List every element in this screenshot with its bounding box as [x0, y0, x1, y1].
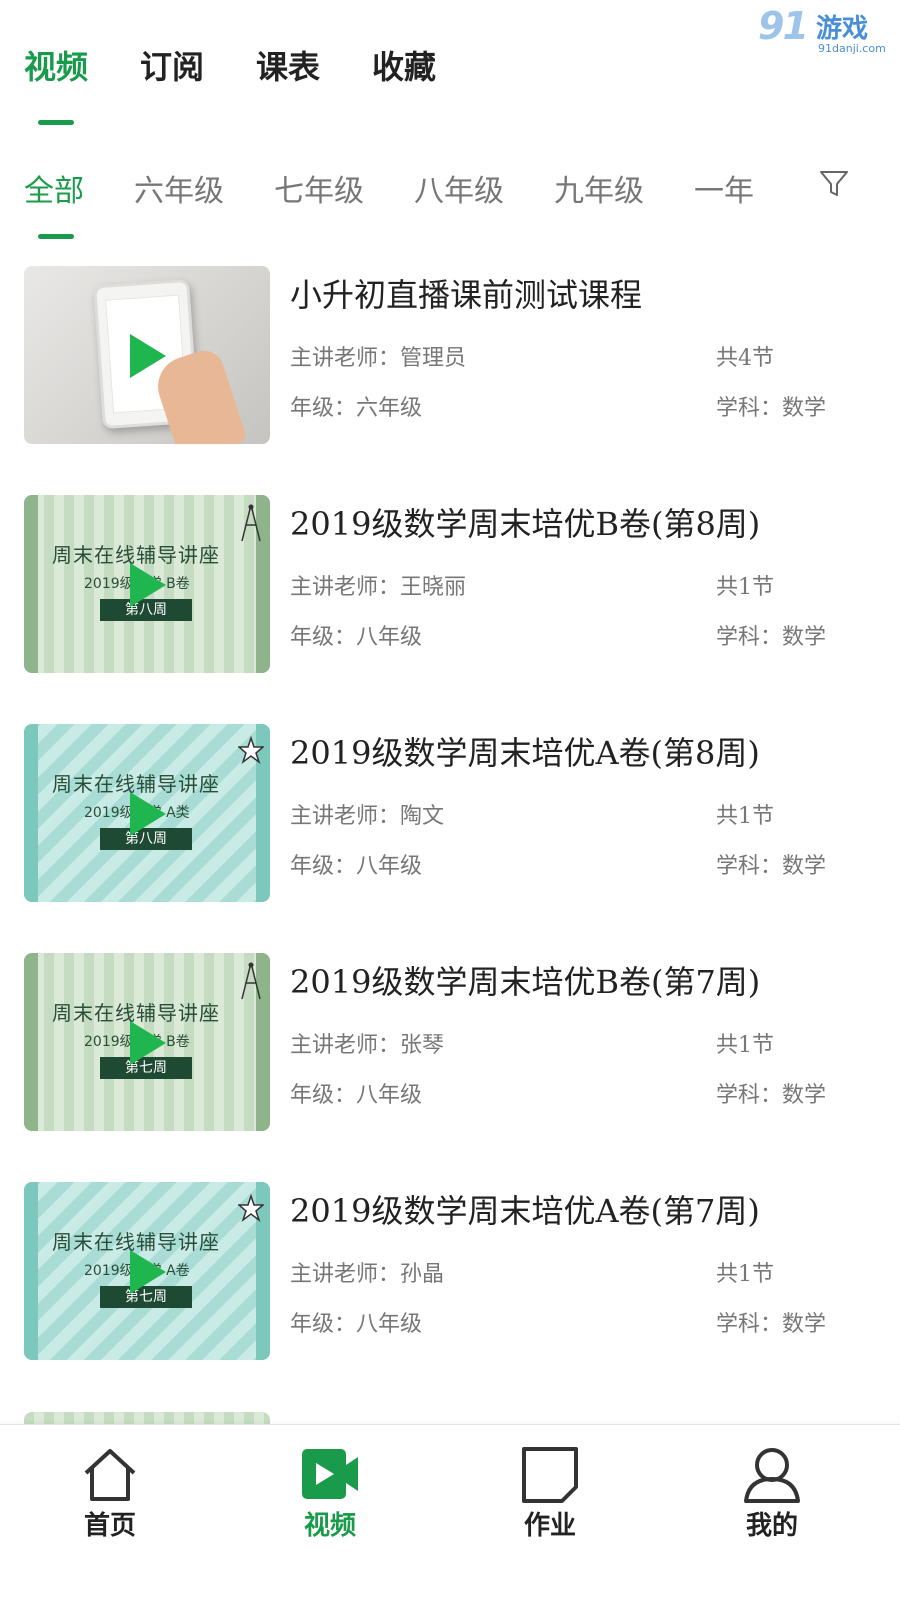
play-icon[interactable]: [130, 1250, 166, 1294]
course-subject: 学科：数学: [716, 396, 827, 421]
grade-tab-9[interactable]: 九年级: [554, 166, 644, 246]
course-item[interactable]: 周末在线辅导讲座 2019级数学 A卷 第七周 2019级数学周末培优A卷(第7…: [24, 1182, 876, 1411]
tab-video[interactable]: 视频: [24, 42, 88, 132]
course-subject: 学科：数学: [716, 1312, 827, 1337]
grade-scroll-fade: [780, 160, 820, 210]
compass-icon: [241, 504, 261, 542]
course-lesson-count: 共1节: [716, 804, 774, 829]
course-lesson-count: 共1节: [716, 1262, 774, 1287]
homework-icon: [522, 1447, 578, 1503]
course-thumbnail[interactable]: [24, 266, 270, 444]
course-title: 2019级数学周末培优B卷(第8周): [290, 505, 761, 543]
course-item[interactable]: 小升初直播课前测试课程 主讲老师：管理员 共4节 年级：六年级 学科：数学: [24, 266, 876, 495]
play-icon[interactable]: [130, 563, 166, 607]
course-grade: 年级：八年级: [290, 1083, 423, 1108]
grade-tab-7[interactable]: 七年级: [274, 166, 364, 246]
tab-subscribe[interactable]: 订阅: [140, 42, 204, 132]
home-icon: [84, 1449, 136, 1501]
course-subject: 学科：数学: [716, 854, 827, 879]
active-grade-indicator: [38, 234, 74, 239]
compass-icon: [241, 962, 261, 1000]
course-grade: 年级：八年级: [290, 625, 423, 650]
top-tab-bar: 视频 订阅 课表 收藏: [24, 42, 488, 132]
course-lesson-count: 共1节: [716, 575, 774, 600]
play-icon[interactable]: [130, 1021, 166, 1065]
course-thumbnail[interactable]: 周末在线辅导讲座 2019级数学 B卷 第八周: [24, 495, 270, 673]
course-item[interactable]: 周末在线辅导讲座 2019级数学 B卷 第七周 2019级数学周末培优B卷(第7…: [24, 953, 876, 1182]
course-grade: 年级：八年级: [290, 1312, 423, 1337]
nav-homework-label: 作业: [523, 1511, 576, 1541]
tab-favorites[interactable]: 收藏: [372, 42, 436, 132]
nav-home-label: 首页: [83, 1511, 136, 1541]
play-icon[interactable]: [130, 334, 166, 378]
course-teacher: 主讲老师：陶文: [290, 804, 445, 829]
course-title: 2019级数学周末培优A卷(第7周): [290, 1192, 760, 1230]
nav-video[interactable]: 视频: [270, 1445, 390, 1542]
filter-icon[interactable]: [818, 168, 850, 200]
course-teacher: 主讲老师：管理员: [290, 346, 467, 371]
grade-tab-1[interactable]: 一年: [694, 166, 754, 246]
course-thumbnail[interactable]: 周末在线辅导讲座 2019级数学 B卷 第七周: [24, 953, 270, 1131]
course-subject: 学科：数学: [716, 625, 827, 650]
grade-tab-6[interactable]: 六年级: [134, 166, 224, 246]
course-thumbnail[interactable]: 周末在线辅导讲座 2019级数学 A卷 第七周: [24, 1182, 270, 1360]
course-list: 小升初直播课前测试课程 主讲老师：管理员 共4节 年级：六年级 学科：数学 周末…: [24, 266, 876, 1411]
tab-schedule[interactable]: 课表: [256, 42, 320, 132]
course-teacher: 主讲老师：张琴: [290, 1033, 445, 1058]
course-lesson-count: 共4节: [716, 346, 774, 371]
grade-tab-all[interactable]: 全部: [24, 166, 84, 246]
nav-homework[interactable]: 作业: [490, 1445, 610, 1542]
watermark-logo: 91 游戏 91danji.com: [758, 4, 886, 55]
course-subject: 学科：数学: [716, 1083, 827, 1108]
course-item[interactable]: 周末在线辅导讲座 2019级数学 B卷 第八周 2019级数学周末培优B卷(第8…: [24, 495, 876, 724]
course-teacher: 主讲老师：孙晶: [290, 1262, 445, 1287]
course-grade: 年级：八年级: [290, 854, 423, 879]
nav-profile-label: 我的: [745, 1511, 798, 1541]
nav-video-label: 视频: [303, 1511, 356, 1541]
course-title: 2019级数学周末培优B卷(第7周): [290, 963, 761, 1001]
nav-profile[interactable]: 我的: [712, 1445, 832, 1542]
course-thumbnail[interactable]: 周末在线辅导讲座 2019级数学 A类 第八周: [24, 724, 270, 902]
course-title: 小升初直播课前测试课程: [290, 276, 643, 314]
video-icon: [302, 1449, 358, 1499]
course-lesson-count: 共1节: [716, 1033, 774, 1058]
profile-icon: [744, 1448, 800, 1503]
grade-tab-8[interactable]: 八年级: [414, 166, 504, 246]
nav-home[interactable]: 首页: [50, 1445, 170, 1542]
star-icon: [238, 735, 264, 765]
course-grade: 年级：六年级: [290, 396, 423, 421]
bottom-nav: 首页 视频 作业 我的: [0, 1424, 900, 1600]
grade-filter-bar: 全部 六年级 七年级 八年级 九年级 一年: [24, 166, 824, 246]
course-title: 2019级数学周末培优A卷(第8周): [290, 734, 760, 772]
active-tab-indicator: [38, 120, 74, 125]
course-teacher: 主讲老师：王晓丽: [290, 575, 467, 600]
play-icon[interactable]: [130, 792, 166, 836]
star-icon: [238, 1193, 264, 1223]
course-item[interactable]: 周末在线辅导讲座 2019级数学 A类 第八周 2019级数学周末培优A卷(第8…: [24, 724, 876, 953]
